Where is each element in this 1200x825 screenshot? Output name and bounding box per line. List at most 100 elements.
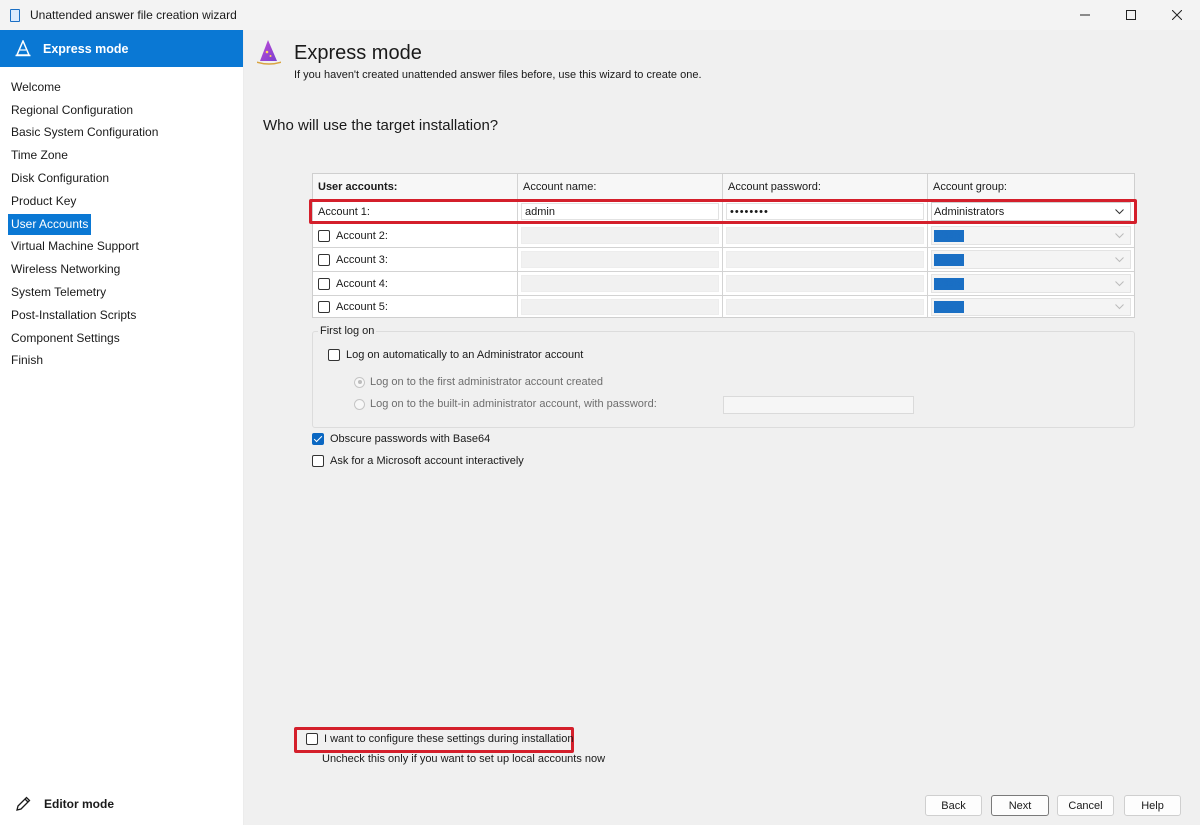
- sidebar-item-label: Component Settings: [11, 330, 120, 345]
- cancel-button[interactable]: Cancel: [1057, 795, 1114, 816]
- obscure-passwords-checkbox[interactable]: [312, 433, 324, 445]
- account-password-cell: [723, 296, 928, 318]
- table-row: Account 4: Users: [313, 272, 1134, 296]
- sidebar: Express mode Welcome Regional Configurat…: [0, 30, 244, 825]
- account-name-input: [521, 275, 719, 292]
- microsoft-account-checkbox[interactable]: [312, 455, 324, 467]
- auto-logon-checkbox[interactable]: [328, 349, 340, 361]
- sidebar-item-finish[interactable]: Finish: [0, 350, 243, 373]
- configure-during-install-label: I want to configure these settings durin…: [324, 733, 574, 745]
- account-password-cell: [723, 248, 928, 272]
- builtin-admin-label: Log on to the built-in administrator acc…: [370, 398, 657, 410]
- account-label: Account 4:: [336, 277, 388, 290]
- back-button[interactable]: Back: [925, 795, 982, 816]
- express-mode-header[interactable]: Express mode: [0, 30, 243, 67]
- account-password-input: [726, 227, 924, 244]
- express-mode-label: Express mode: [43, 41, 129, 56]
- column-header: Account group:: [928, 174, 1134, 200]
- account-name-cell: [518, 272, 723, 296]
- page-title: Express mode: [294, 42, 422, 64]
- column-header: Account password:: [723, 174, 928, 200]
- window-controls: [1062, 0, 1200, 30]
- grid-header-row: User accounts: Account name: Account pas…: [313, 174, 1134, 200]
- sidebar-item-label: Product Key: [11, 193, 77, 208]
- wizard-hat-icon: [257, 40, 281, 65]
- table-row: Account 3: Users: [313, 248, 1134, 272]
- account-group-cell: Users: [928, 224, 1134, 248]
- wizard-hat-icon: [15, 39, 31, 56]
- account-name-input: [521, 227, 719, 244]
- first-logon-group: First log on Log on automatically to an …: [312, 325, 1135, 428]
- account-label-cell: Account 5:: [313, 296, 518, 318]
- next-button[interactable]: Next: [991, 795, 1049, 816]
- account-name-input: [521, 299, 719, 315]
- sidebar-item-label: Wireless Networking: [11, 262, 121, 277]
- sidebar-item-wireless-networking[interactable]: Wireless Networking: [0, 258, 243, 281]
- account-name-input: [521, 251, 719, 268]
- account-password-input: [726, 251, 924, 268]
- microsoft-account-label: Ask for a Microsoft account interactivel…: [330, 455, 524, 467]
- account-label: Account 5:: [336, 301, 388, 313]
- account-enable-checkbox[interactable]: [318, 301, 330, 313]
- account-label-cell: Account 4:: [313, 272, 518, 296]
- first-admin-radio: [354, 376, 365, 388]
- account-group-value: Users: [934, 253, 965, 266]
- user-accounts-grid: User accounts: Account name: Account pas…: [312, 173, 1135, 318]
- configure-during-install-option[interactable]: I want to configure these settings durin…: [306, 733, 573, 745]
- account-label-cell: Account 2:: [313, 224, 518, 248]
- sidebar-item-product-key[interactable]: Product Key: [0, 190, 243, 213]
- sidebar-item-label: Basic System Configuration: [11, 125, 159, 140]
- section-question: Who will use the target installation?: [263, 117, 499, 134]
- page-subtitle: If you haven't created unattended answer…: [294, 69, 702, 81]
- maximize-button[interactable]: [1108, 0, 1154, 30]
- sidebar-item-regional-configuration[interactable]: Regional Configuration: [0, 99, 243, 122]
- account-label: Account 2:: [336, 229, 388, 242]
- account-group-cell: Users: [928, 296, 1134, 318]
- sidebar-item-label: Finish: [11, 353, 44, 368]
- editor-mode-button[interactable]: Editor mode: [14, 795, 114, 813]
- chevron-down-icon: [1115, 304, 1124, 310]
- obscure-passwords-label: Obscure passwords with Base64: [330, 433, 491, 445]
- sidebar-item-post-installation-scripts[interactable]: Post-Installation Scripts: [0, 304, 243, 327]
- account-enable-checkbox[interactable]: [318, 229, 330, 242]
- sidebar-nav: Welcome Regional Configuration Basic Sys…: [0, 76, 243, 372]
- account-group-select: Users: [931, 298, 1131, 316]
- chevron-down-icon: [1115, 256, 1124, 262]
- builtin-admin-radio-option: Log on to the built-in administrator acc…: [354, 398, 657, 410]
- account-group-cell: Users: [928, 248, 1134, 272]
- account-password-cell: [723, 272, 928, 296]
- close-icon: [1172, 10, 1182, 20]
- account-group-select: Users: [931, 274, 1131, 293]
- window-title: Unattended answer file creation wizard: [30, 8, 237, 22]
- obscure-passwords-option[interactable]: Obscure passwords with Base64: [312, 433, 490, 445]
- minimize-button[interactable]: [1062, 0, 1108, 30]
- sidebar-item-virtual-machine-support[interactable]: Virtual Machine Support: [0, 236, 243, 259]
- sidebar-item-system-telemetry[interactable]: System Telemetry: [0, 281, 243, 304]
- account-group-value: Users: [934, 229, 965, 242]
- configure-during-install-checkbox[interactable]: [306, 733, 318, 745]
- configure-during-install-note: Uncheck this only if you want to set up …: [322, 753, 606, 765]
- sidebar-item-user-accounts[interactable]: User Accounts: [0, 213, 243, 236]
- sidebar-item-component-settings[interactable]: Component Settings: [0, 327, 243, 350]
- sidebar-item-label: Virtual Machine Support: [11, 239, 139, 254]
- account-group-select: Users: [931, 226, 1131, 245]
- microsoft-account-option[interactable]: Ask for a Microsoft account interactivel…: [312, 455, 524, 467]
- title-bar: Unattended answer file creation wizard: [0, 0, 1200, 30]
- table-row: Account 5: Users: [313, 296, 1134, 318]
- column-header: User accounts:: [313, 174, 518, 200]
- account-group-cell: Users: [928, 272, 1134, 296]
- account-name-cell: [518, 296, 723, 318]
- app-icon: [10, 8, 20, 22]
- auto-logon-option[interactable]: Log on automatically to an Administrator…: [328, 349, 583, 361]
- sidebar-item-welcome[interactable]: Welcome: [0, 76, 243, 99]
- account-name-cell: [518, 224, 723, 248]
- sidebar-item-disk-configuration[interactable]: Disk Configuration: [0, 167, 243, 190]
- sidebar-item-label: User Accounts: [8, 213, 92, 235]
- pencil-icon: [16, 796, 31, 811]
- help-button[interactable]: Help: [1124, 795, 1181, 816]
- account-enable-checkbox[interactable]: [318, 277, 330, 290]
- sidebar-item-time-zone[interactable]: Time Zone: [0, 144, 243, 167]
- account-enable-checkbox[interactable]: [318, 253, 330, 266]
- sidebar-item-basic-system-configuration[interactable]: Basic System Configuration: [0, 122, 243, 145]
- close-button[interactable]: [1154, 0, 1200, 30]
